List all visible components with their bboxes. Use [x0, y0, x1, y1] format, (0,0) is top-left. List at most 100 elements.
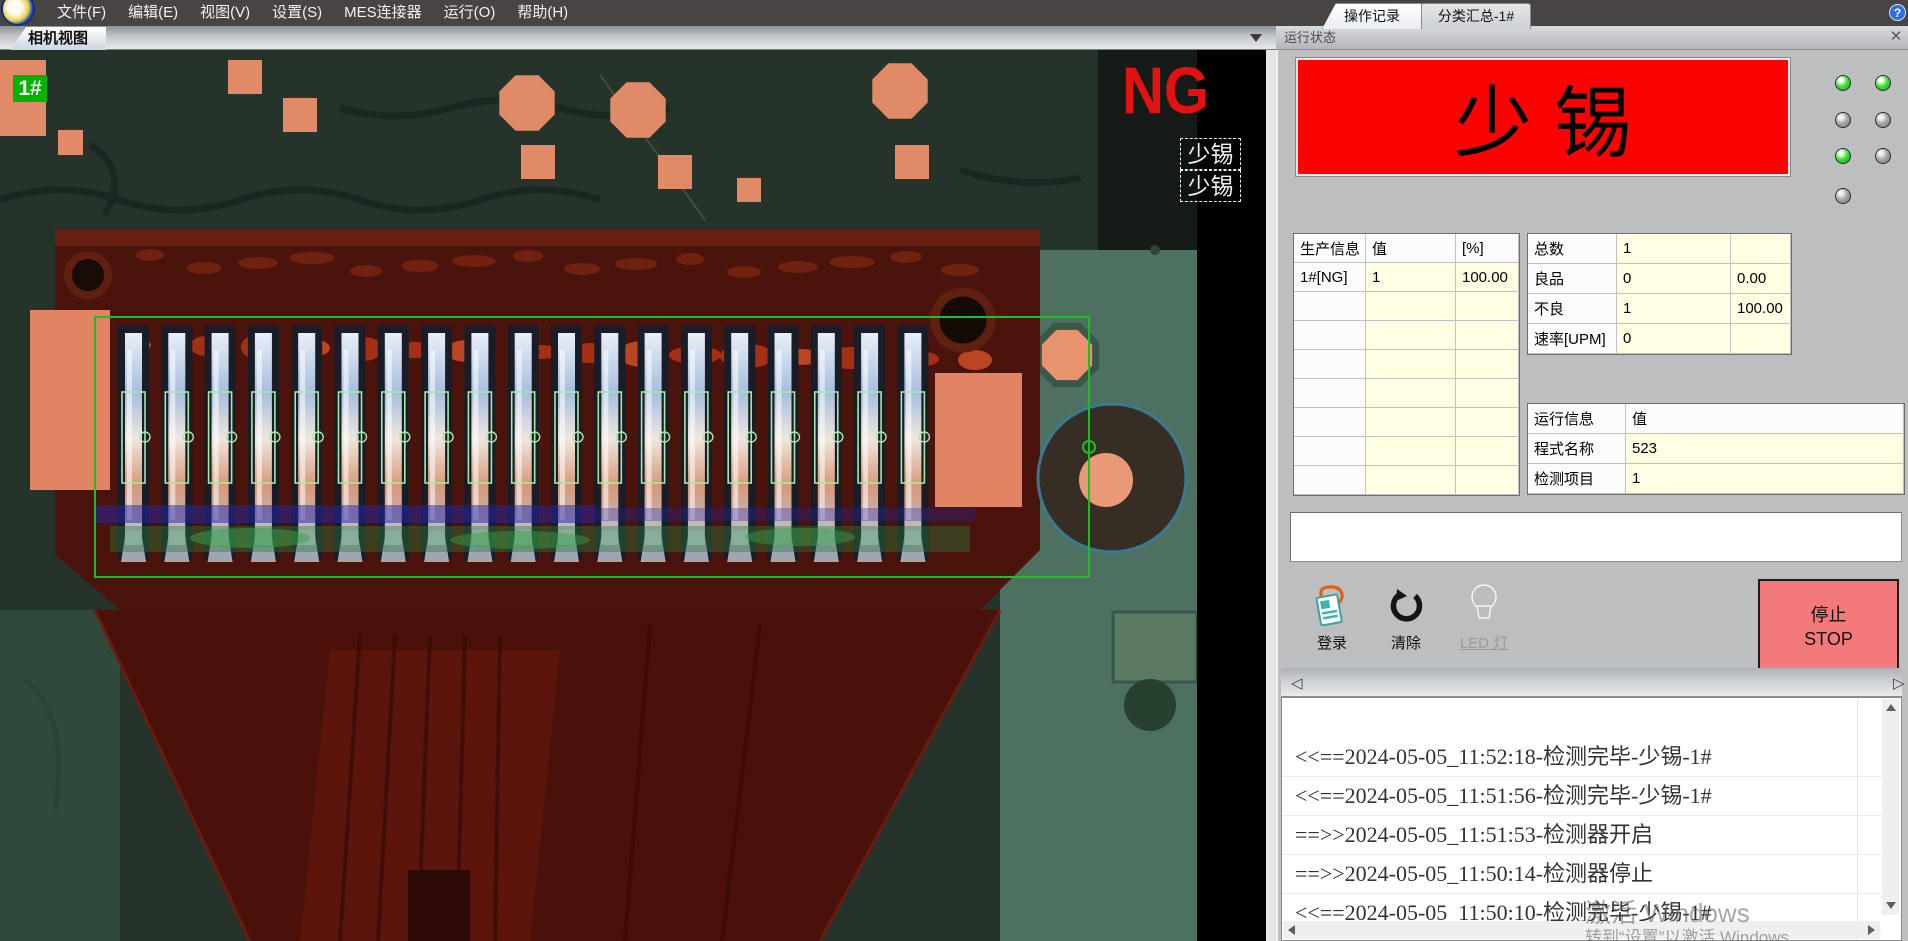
log-column-divider [1857, 698, 1858, 941]
stop-button-line1: 停止 [1811, 603, 1847, 627]
scroll-right-icon[interactable] [1868, 925, 1875, 935]
status-led [1835, 188, 1851, 204]
menu-item[interactable]: 设置(S) [261, 0, 333, 26]
help-icon[interactable]: ? [1889, 4, 1906, 21]
table-cell [1294, 292, 1366, 321]
log-hscrollbar[interactable] [1283, 921, 1880, 939]
table-header-cell: 运行信息 [1528, 404, 1626, 434]
table-cell [1294, 408, 1366, 437]
tab-scroll-left-icon[interactable]: ◁ [1291, 674, 1303, 692]
connector-side-pad [935, 373, 1022, 507]
scroll-left-icon[interactable] [1288, 925, 1295, 935]
table-cell [1294, 437, 1366, 466]
table-cell: 0.00 [1731, 264, 1791, 294]
table-cell: 1 [1617, 234, 1731, 264]
camera-tabstrip: 相机视图 [0, 26, 1276, 50]
table-cell: 1 [1617, 294, 1731, 324]
camera-view: 1# NG 少锡 少锡 [0, 50, 1266, 941]
chevron-down-icon[interactable] [1250, 34, 1262, 42]
menu-item[interactable]: 编辑(E) [117, 0, 189, 26]
table-cell [1294, 350, 1366, 379]
table-cell: 程式名称 [1528, 434, 1626, 464]
tab-camera-view[interactable]: 相机视图 [10, 27, 106, 50]
log-entry[interactable]: <<==2024-05-05_11:52:18-检测完毕-少锡-1# [1282, 738, 1882, 777]
login-button[interactable]: 登录 [1300, 632, 1364, 653]
tab-classification-summary[interactable]: 分类汇总-1# [1421, 3, 1531, 29]
inspection-result-text: NG [1122, 52, 1209, 128]
statistics-table: 总数1良品00.00不良1100.00速率[UPM]0 [1527, 233, 1792, 355]
mount-hole [68, 255, 108, 295]
scroll-down-icon[interactable] [1886, 902, 1896, 909]
status-panel-titlebar: 运行状态 [1276, 26, 1908, 50]
status-panel-title: 运行状态 [1284, 26, 1908, 49]
table-cell [1294, 379, 1366, 408]
menu-item[interactable]: MES连接器 [333, 0, 433, 26]
panel-splitter[interactable] [1266, 50, 1276, 941]
tab-operation-log[interactable]: 操作记录 [1322, 3, 1422, 29]
log-entry[interactable]: ==>>2024-05-05_11:50:14-检测器停止 [1282, 855, 1882, 894]
table-cell [1456, 408, 1519, 437]
table-cell [1366, 321, 1456, 350]
menu-bar: 文件(F)编辑(E)视图(V)设置(S)MES连接器运行(O)帮助(H) [0, 0, 1908, 26]
defect-label: 少锡 [1180, 138, 1241, 170]
menu-item[interactable]: 视图(V) [189, 0, 261, 26]
clear-icon[interactable] [1388, 588, 1424, 624]
table-cell: 0 [1617, 264, 1731, 294]
status-led [1875, 112, 1891, 128]
table-cell [1366, 437, 1456, 466]
message-textbox[interactable] [1290, 512, 1902, 562]
table-cell [1366, 466, 1456, 495]
menu-item[interactable]: 运行(O) [433, 0, 507, 26]
log-tabstrip [1281, 668, 1902, 697]
table-header-cell: 值 [1366, 234, 1456, 263]
log-entry[interactable]: ==>>2024-05-05_11:51:53-检测器开启 [1282, 816, 1882, 855]
table-cell: 100.00 [1731, 294, 1791, 324]
scroll-up-icon[interactable] [1886, 704, 1896, 711]
result-banner: 少锡 [1296, 58, 1790, 176]
table-cell: 检测项目 [1528, 464, 1626, 494]
table-cell [1366, 350, 1456, 379]
production-info-table: 生产信息值[%] 1#[NG]1100.00 [1293, 233, 1520, 496]
camera-index-badge: 1# [13, 75, 47, 102]
table-cell [1456, 350, 1519, 379]
board-pad [1113, 612, 1197, 682]
table-cell: 总数 [1528, 234, 1617, 264]
table-header-cell: 值 [1626, 404, 1904, 434]
table-cell: 100.00 [1456, 263, 1519, 292]
connector-side-pad [30, 310, 110, 490]
close-icon[interactable]: ✕ [1888, 29, 1904, 45]
table-cell [1456, 466, 1519, 495]
clear-button[interactable]: 清除 [1376, 632, 1436, 653]
mount-hole [935, 292, 991, 348]
status-led [1835, 75, 1851, 91]
table-cell [1456, 437, 1519, 466]
table-cell [1731, 234, 1791, 264]
defect-label: 少锡 [1180, 170, 1241, 202]
menu-item[interactable]: 文件(F) [46, 0, 117, 26]
led-lamp-icon[interactable] [1468, 582, 1500, 626]
log-vscrollbar[interactable] [1882, 699, 1899, 915]
tab-scroll-right-icon[interactable]: ▷ [1893, 674, 1905, 692]
table-cell: 速率[UPM] [1528, 324, 1617, 354]
menu-item[interactable]: 帮助(H) [506, 0, 579, 26]
table-cell: 良品 [1528, 264, 1617, 294]
led-light-button[interactable]: LED 灯 [1447, 632, 1521, 653]
pcb-image [0, 50, 1197, 941]
table-header-cell: [%] [1456, 234, 1519, 263]
table-cell: 1 [1366, 263, 1456, 292]
table-cell [1456, 321, 1519, 350]
login-icon[interactable] [1312, 584, 1354, 628]
table-cell [1366, 379, 1456, 408]
table-cell: 1#[NG] [1294, 263, 1366, 292]
stop-button[interactable]: 停止 STOP [1758, 579, 1899, 674]
status-led [1835, 148, 1851, 164]
connector-body [55, 230, 1040, 610]
table-header-cell: 生产信息 [1294, 234, 1366, 263]
log-entry[interactable]: <<==2024-05-05_11:51:56-检测完毕-少锡-1# [1282, 777, 1882, 816]
table-cell: 1 [1626, 464, 1904, 494]
table-cell [1366, 292, 1456, 321]
table-cell [1294, 321, 1366, 350]
stop-button-line2: STOP [1804, 627, 1853, 651]
status-led [1875, 148, 1891, 164]
table-cell: 0 [1617, 324, 1731, 354]
